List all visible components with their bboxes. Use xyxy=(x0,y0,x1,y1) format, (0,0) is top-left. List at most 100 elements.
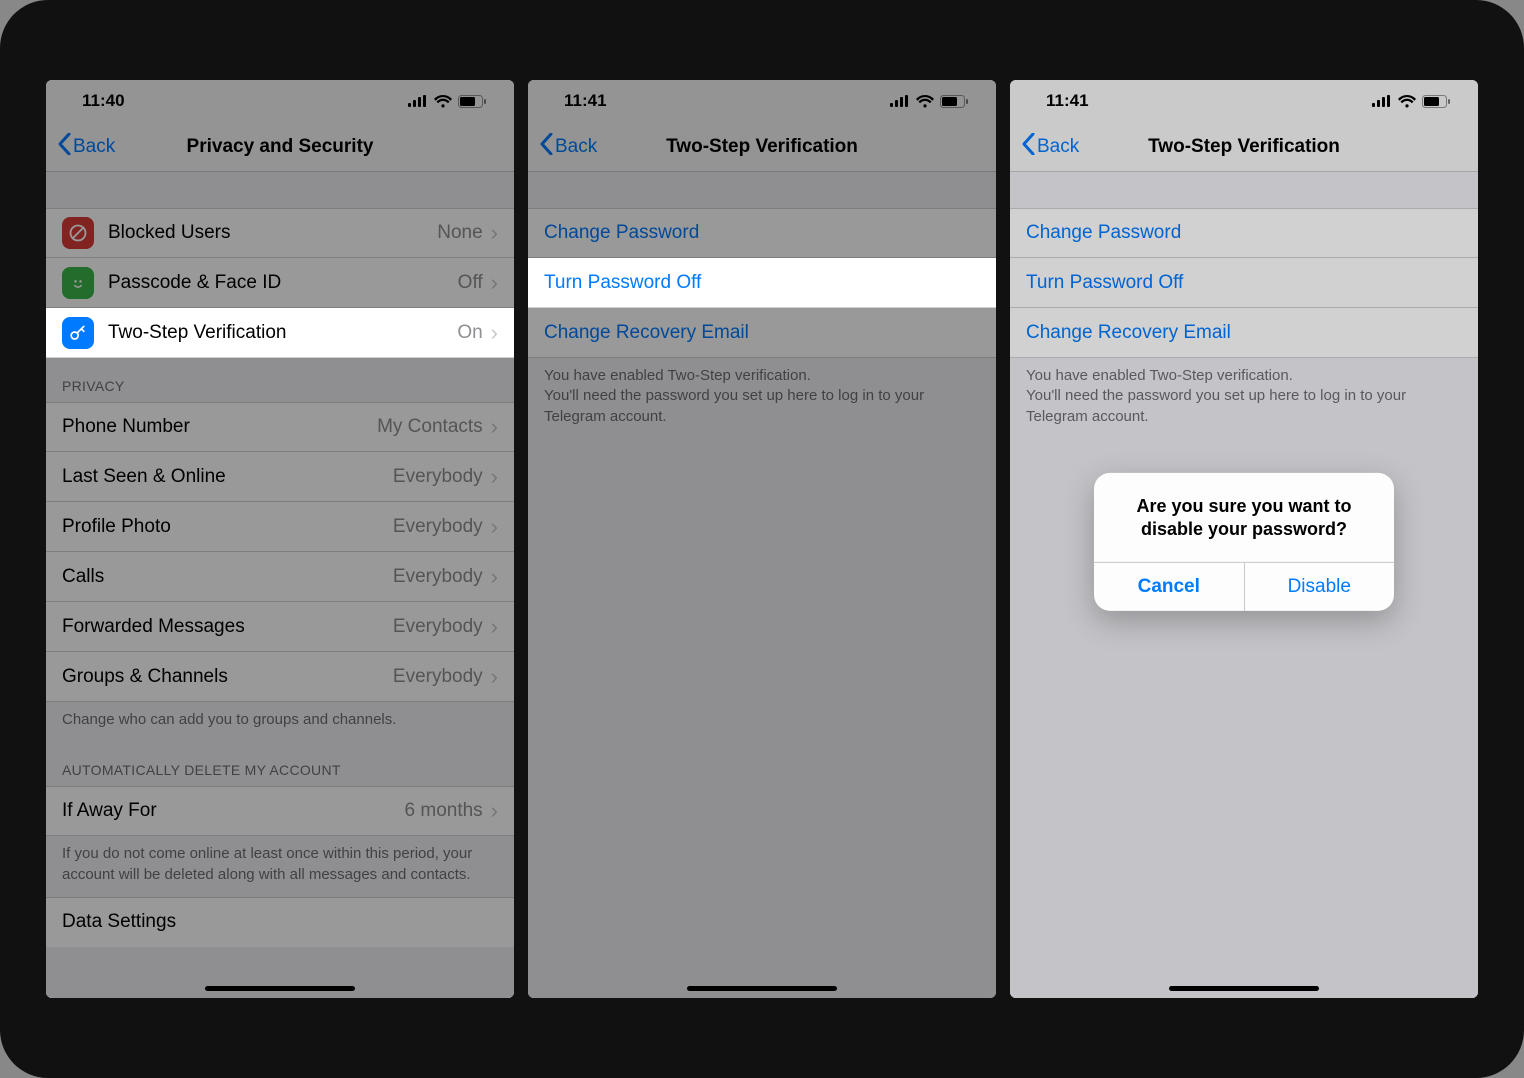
confirm-disable-alert: Are you sure you want to disable your pa… xyxy=(1094,473,1394,611)
back-label: Back xyxy=(73,136,115,158)
row-groups-channels[interactable]: Groups & Channels Everybody › xyxy=(46,652,514,702)
back-button[interactable]: Back xyxy=(1022,133,1079,161)
row-change-password[interactable]: Change Password xyxy=(1010,208,1478,258)
home-indicator[interactable] xyxy=(205,986,355,991)
row-blocked-users[interactable]: Blocked Users None › xyxy=(46,208,514,258)
battery-icon xyxy=(458,95,486,108)
row-label: Change Recovery Email xyxy=(544,322,980,344)
row-value: My Contacts xyxy=(377,416,483,438)
chevron-right-icon: › xyxy=(491,614,498,640)
chevron-left-icon xyxy=(540,133,553,161)
row-value: 6 months xyxy=(405,800,483,822)
row-value: Everybody xyxy=(393,466,483,488)
row-two-step-verification[interactable]: Two-Step Verification On › xyxy=(46,308,514,358)
row-label: Change Recovery Email xyxy=(1026,322,1462,344)
row-change-password[interactable]: Change Password xyxy=(528,208,996,258)
row-label: Blocked Users xyxy=(108,222,437,244)
disable-button[interactable]: Disable xyxy=(1244,563,1395,611)
row-label: Change Password xyxy=(544,222,980,244)
status-right xyxy=(1372,95,1450,108)
back-button[interactable]: Back xyxy=(58,133,115,161)
chevron-right-icon: › xyxy=(491,514,498,540)
row-label: Last Seen & Online xyxy=(62,466,393,488)
row-if-away-for[interactable]: If Away For 6 months › xyxy=(46,786,514,836)
row-value: Everybody xyxy=(393,516,483,538)
chevron-right-icon: › xyxy=(491,320,498,346)
section-spacer xyxy=(528,172,996,208)
signal-icon xyxy=(1372,95,1392,107)
home-indicator[interactable] xyxy=(1169,986,1319,991)
chevron-right-icon: › xyxy=(491,270,498,296)
row-label: Profile Photo xyxy=(62,516,393,538)
row-change-recovery-email[interactable]: Change Recovery Email xyxy=(528,308,996,358)
row-phone-number[interactable]: Phone Number My Contacts › xyxy=(46,402,514,452)
screen-two-step-verification-alert: 11:41 Back Two-Step Verificatio xyxy=(1010,80,1478,998)
section-footer: You have enabled Two-Step verification. … xyxy=(1010,358,1478,439)
row-value: None xyxy=(437,222,482,244)
screen-privacy-and-security: 11:40 Back Privacy and Security xyxy=(46,80,514,998)
wifi-icon xyxy=(916,95,934,108)
alert-message: Are you sure you want to disable your pa… xyxy=(1094,473,1394,562)
wifi-icon xyxy=(434,95,452,108)
content-area: Change Password Turn Password Off Change… xyxy=(528,172,996,998)
nav-bar: Back Two-Step Verification xyxy=(528,122,996,172)
row-label: Phone Number xyxy=(62,416,377,438)
row-turn-password-off[interactable]: Turn Password Off xyxy=(528,258,996,308)
back-label: Back xyxy=(555,136,597,158)
row-label: Data Settings xyxy=(62,911,498,933)
chevron-left-icon xyxy=(1022,133,1035,161)
signal-icon xyxy=(408,95,428,107)
chevron-right-icon: › xyxy=(491,564,498,590)
status-time: 11:41 xyxy=(1046,91,1089,111)
row-value: Off xyxy=(458,272,483,294)
page-title: Two-Step Verification xyxy=(1010,136,1478,158)
chevron-right-icon: › xyxy=(491,664,498,690)
chevron-left-icon xyxy=(58,133,71,161)
row-label: Forwarded Messages xyxy=(62,616,393,638)
status-bar: 11:41 xyxy=(528,80,996,122)
row-value: On xyxy=(457,322,482,344)
row-label: Passcode & Face ID xyxy=(108,272,458,294)
status-bar: 11:40 xyxy=(46,80,514,122)
section-spacer xyxy=(46,172,514,208)
row-change-recovery-email[interactable]: Change Recovery Email xyxy=(1010,308,1478,358)
row-data-settings[interactable]: Data Settings xyxy=(46,897,514,947)
status-right xyxy=(408,95,486,108)
section-footer-delete: If you do not come online at least once … xyxy=(46,836,514,897)
row-passcode-faceid[interactable]: Passcode & Face ID Off › xyxy=(46,258,514,308)
page-title: Privacy and Security xyxy=(46,136,514,158)
row-label: Turn Password Off xyxy=(1026,272,1462,294)
key-icon xyxy=(62,317,94,349)
section-footer: You have enabled Two-Step verification. … xyxy=(528,358,996,439)
block-icon xyxy=(62,217,94,249)
three-screenshot-composite: 11:40 Back Privacy and Security xyxy=(0,0,1524,1078)
row-turn-password-off[interactable]: Turn Password Off xyxy=(1010,258,1478,308)
status-time: 11:40 xyxy=(82,91,125,111)
content-area: Blocked Users None › Passcode & Face ID … xyxy=(46,172,514,998)
section-header-privacy: Privacy xyxy=(46,358,514,402)
home-indicator[interactable] xyxy=(687,986,837,991)
nav-bar: Back Privacy and Security xyxy=(46,122,514,172)
status-bar: 11:41 xyxy=(1010,80,1478,122)
row-last-seen[interactable]: Last Seen & Online Everybody › xyxy=(46,452,514,502)
row-label: Change Password xyxy=(1026,222,1462,244)
back-label: Back xyxy=(1037,136,1079,158)
alert-buttons: Cancel Disable xyxy=(1094,562,1394,611)
page-title: Two-Step Verification xyxy=(528,136,996,158)
row-value: Everybody xyxy=(393,566,483,588)
signal-icon xyxy=(890,95,910,107)
status-right xyxy=(890,95,968,108)
row-label: Turn Password Off xyxy=(544,272,980,294)
chevron-right-icon: › xyxy=(491,414,498,440)
cancel-button[interactable]: Cancel xyxy=(1094,563,1244,611)
row-label: If Away For xyxy=(62,800,405,822)
section-spacer xyxy=(1010,172,1478,208)
back-button[interactable]: Back xyxy=(540,133,597,161)
row-profile-photo[interactable]: Profile Photo Everybody › xyxy=(46,502,514,552)
row-forwarded-messages[interactable]: Forwarded Messages Everybody › xyxy=(46,602,514,652)
row-label: Groups & Channels xyxy=(62,666,393,688)
wifi-icon xyxy=(1398,95,1416,108)
section-header-delete: Automatically delete my account xyxy=(46,742,514,786)
row-calls[interactable]: Calls Everybody › xyxy=(46,552,514,602)
battery-icon xyxy=(940,95,968,108)
